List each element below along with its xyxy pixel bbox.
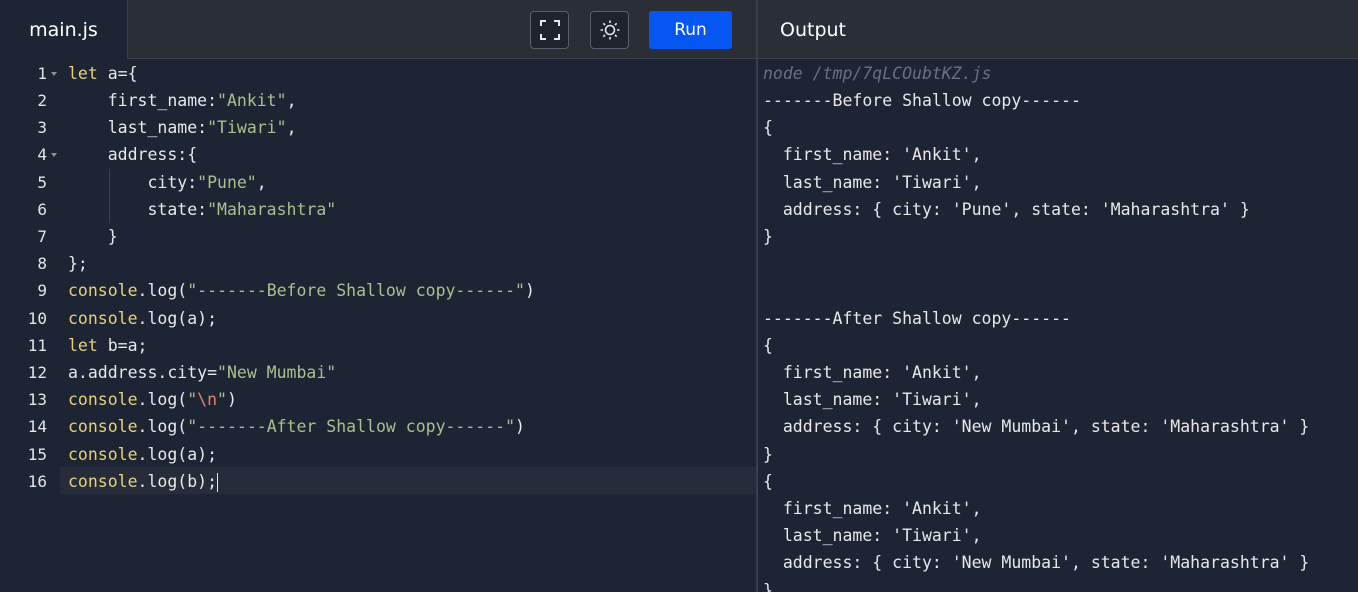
code-line: } [68,227,118,246]
output-line: -------Before Shallow copy------ [763,91,1081,110]
output-line: } [763,227,773,246]
line-number: 11 [27,336,47,355]
output-line: address: { city: 'New Mumbai', state: 'M… [763,417,1310,436]
code-line: a.address.city="New Mumbai" [68,363,337,382]
line-number: 13 [27,390,47,409]
line-number: 9 [37,281,47,300]
line-number: 16 [27,472,47,491]
fold-toggle-icon[interactable] [51,153,57,157]
fold-toggle-icon[interactable] [51,72,57,76]
output-command: node /tmp/7qLCOubtKZ.js [763,64,992,83]
code-editor[interactable]: 1 2 3 4 5 6 7 8 9 10 11 12 13 14 15 16 l… [0,59,756,592]
output-line: last_name: 'Tiwari', [763,526,982,545]
code-line: console.log("\n") [68,390,237,409]
output-title: Output [780,18,846,41]
code-line: console.log("-------Before Shallow copy-… [68,281,535,300]
code-line: }; [68,254,88,273]
code-line: console.log("-------After Shallow copy--… [68,417,525,436]
line-number: 7 [37,227,47,246]
code-line: console.log(a); [68,309,218,328]
sun-icon [600,20,619,40]
line-number: 4 [37,145,47,164]
line-number: 10 [27,309,47,328]
output-line: } [763,581,773,592]
line-number: 5 [37,173,47,192]
output-line: -------After Shallow copy------ [763,309,1071,328]
line-number: 14 [27,417,47,436]
tab-main-js[interactable]: main.js [0,0,127,59]
code-line: first_name:"Ankit", [68,91,297,110]
output-line: last_name: 'Tiwari', [763,390,982,409]
tab-divider [127,0,128,59]
text-cursor [217,473,219,492]
code-line: let a={ [68,64,138,83]
line-number: 6 [37,200,47,219]
output-line: first_name: 'Ankit', [763,363,982,382]
line-number: 15 [27,445,47,464]
top-bar: main.js Run [0,0,1358,59]
output-line: address: { city: 'New Mumbai', state: 'M… [763,553,1310,572]
output-line: { [763,472,773,491]
code-line: state:"Maharashtra" [68,200,337,219]
output-line: { [763,336,773,355]
theme-toggle-button[interactable] [590,11,629,49]
fullscreen-button[interactable] [530,11,569,49]
fullscreen-icon [539,20,560,40]
line-number: 2 [37,91,47,110]
output-line: address: { city: 'Pune', state: 'Maharas… [763,200,1250,219]
code-line: console.log(b); [68,472,219,492]
output-line: first_name: 'Ankit', [763,145,982,164]
line-number: 3 [37,118,47,137]
output-panel[interactable]: node /tmp/7qLCOubtKZ.js -------Before Sh… [758,59,1358,592]
output-line: } [763,445,773,464]
code-line: console.log(a); [68,445,218,464]
output-line: first_name: 'Ankit', [763,499,982,518]
line-number: 1 [37,64,47,83]
output-line: { [763,118,773,137]
code-line: let b=a; [68,336,148,355]
code-line: address:{ [68,145,198,164]
output-line: last_name: 'Tiwari', [763,173,982,192]
line-number: 12 [27,363,47,382]
line-number: 8 [37,254,47,273]
run-button[interactable]: Run [649,11,732,49]
code-line: last_name:"Tiwari", [68,118,297,137]
code-line: city:"Pune", [68,173,267,192]
